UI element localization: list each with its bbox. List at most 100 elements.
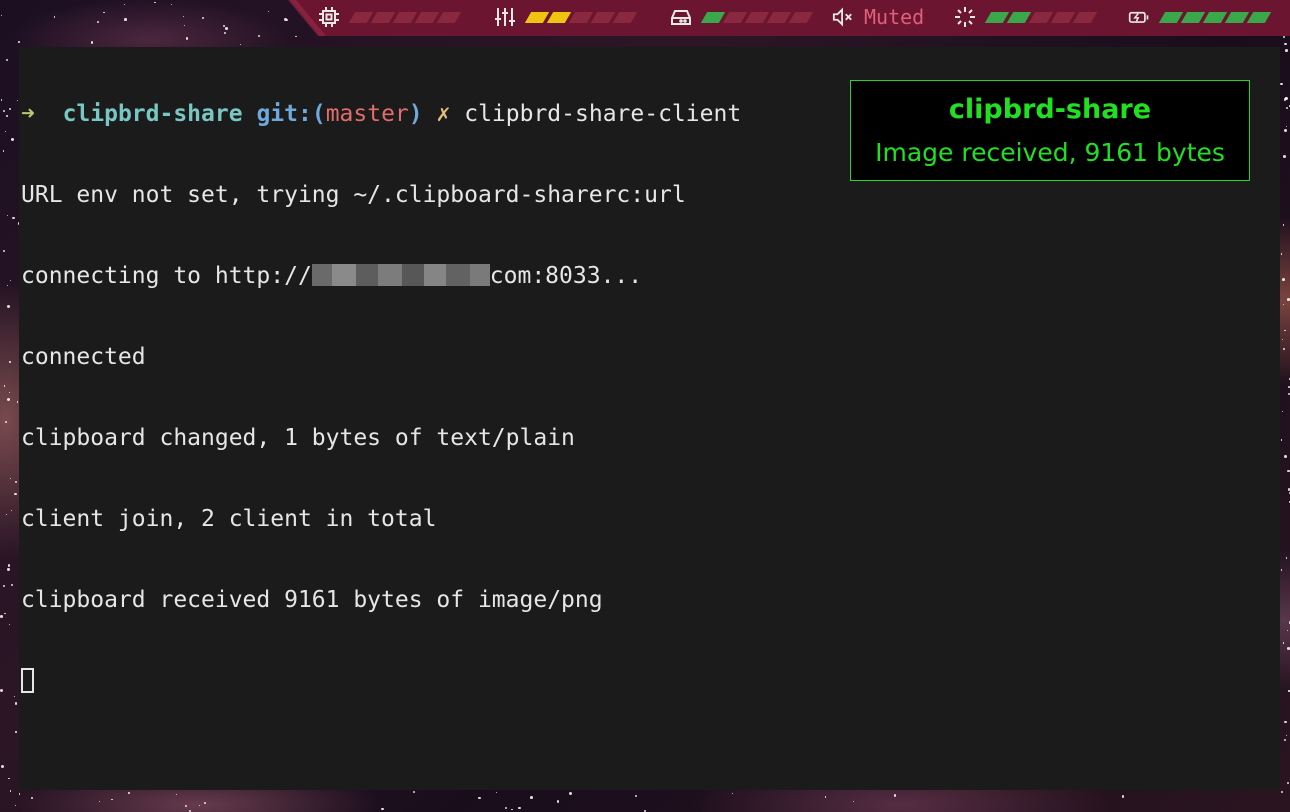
star (4, 612, 6, 614)
output-line: URL env not set, trying ~/.clipboard-sha… (21, 182, 686, 208)
star (1280, 790, 1283, 793)
cpu-level-bars (348, 11, 462, 23)
star (1284, 329, 1286, 331)
star (495, 791, 497, 794)
level-segment (722, 11, 748, 23)
prompt-dirty-mark: ✗ (436, 101, 451, 127)
prompt-line: ➜ clipbrd-share git:(master) ✗ clipbrd-s… (21, 101, 741, 128)
level-segment (1224, 11, 1250, 23)
star (7, 568, 10, 571)
star (1287, 630, 1289, 632)
star (6, 214, 9, 217)
star (198, 804, 201, 807)
star (5, 513, 7, 515)
level-segment (590, 11, 616, 23)
star (6, 305, 10, 309)
battery-module[interactable] (1128, 0, 1272, 34)
level-segment (1246, 11, 1272, 23)
star (1285, 734, 1287, 736)
star (10, 583, 14, 587)
star (12, 216, 15, 220)
brightness-icon (954, 6, 976, 28)
star (18, 792, 21, 795)
connecting-text: connecting to http:// (21, 263, 312, 289)
star (1282, 36, 1285, 38)
star (1280, 252, 1283, 255)
star (7, 398, 10, 402)
level-segment (524, 11, 550, 23)
star (9, 477, 12, 480)
star (381, 807, 384, 811)
star (2, 150, 5, 152)
level-segment (1180, 11, 1206, 23)
output-line: clipboard received 9161 bytes of image/p… (21, 587, 603, 613)
star (731, 792, 734, 795)
star (0, 689, 4, 693)
star (6, 285, 8, 287)
star (7, 564, 11, 567)
star (0, 764, 4, 768)
input-line[interactable] (21, 668, 741, 695)
star (1285, 125, 1288, 128)
star (239, 43, 242, 46)
brightness-module[interactable] (954, 0, 1098, 34)
cpu-module[interactable] (318, 0, 462, 34)
star (6, 115, 9, 117)
star (3, 249, 6, 252)
star (13, 696, 15, 698)
star (511, 808, 513, 810)
star (15, 480, 18, 483)
star (203, 802, 206, 805)
notification-popup[interactable]: clipbrd-share Image received, 9161 bytes (850, 80, 1250, 181)
prompt-directory: clipbrd-share (62, 101, 243, 127)
level-segment (392, 11, 418, 23)
star (11, 138, 14, 141)
level-segment (984, 11, 1010, 23)
disk-module[interactable] (670, 0, 814, 34)
star (1285, 557, 1288, 559)
star (4, 130, 7, 133)
star (1282, 277, 1286, 281)
volume-status-label: Muted (864, 5, 925, 29)
star (1283, 739, 1287, 742)
star (1282, 303, 1285, 306)
star (1284, 720, 1287, 724)
star (1286, 781, 1290, 785)
star (98, 800, 101, 803)
volume-module[interactable]: Muted (832, 0, 924, 34)
redacted-hostname (311, 264, 490, 286)
battery-charging-icon (1128, 6, 1150, 28)
star (1281, 410, 1284, 413)
star (3, 109, 6, 112)
volume-muted-icon (832, 6, 854, 28)
star (10, 280, 12, 282)
star (1282, 347, 1285, 350)
level-segment (766, 11, 792, 23)
star (4, 385, 6, 387)
star (1283, 454, 1287, 458)
star (1284, 129, 1287, 133)
star (1282, 642, 1284, 644)
url-port-text: com:8033... (489, 263, 643, 289)
level-segment (414, 11, 440, 23)
level-segment (788, 11, 814, 23)
star (14, 805, 17, 807)
level-segment (568, 11, 594, 23)
star (852, 800, 854, 802)
star (1280, 83, 1283, 86)
star (8, 623, 10, 625)
star (504, 806, 508, 810)
star (824, 795, 827, 798)
disk-icon (670, 6, 692, 28)
level-segment (744, 11, 770, 23)
star (15, 731, 17, 733)
mixer-module[interactable] (494, 0, 638, 34)
star (128, 791, 130, 794)
star (8, 777, 10, 779)
level-segment (348, 11, 374, 23)
prompt-git-prefix: git:( (256, 101, 326, 127)
star (1287, 646, 1290, 650)
level-segment (1006, 11, 1032, 23)
level-segment (612, 11, 638, 23)
prompt-arrow: ➜ (21, 101, 35, 127)
